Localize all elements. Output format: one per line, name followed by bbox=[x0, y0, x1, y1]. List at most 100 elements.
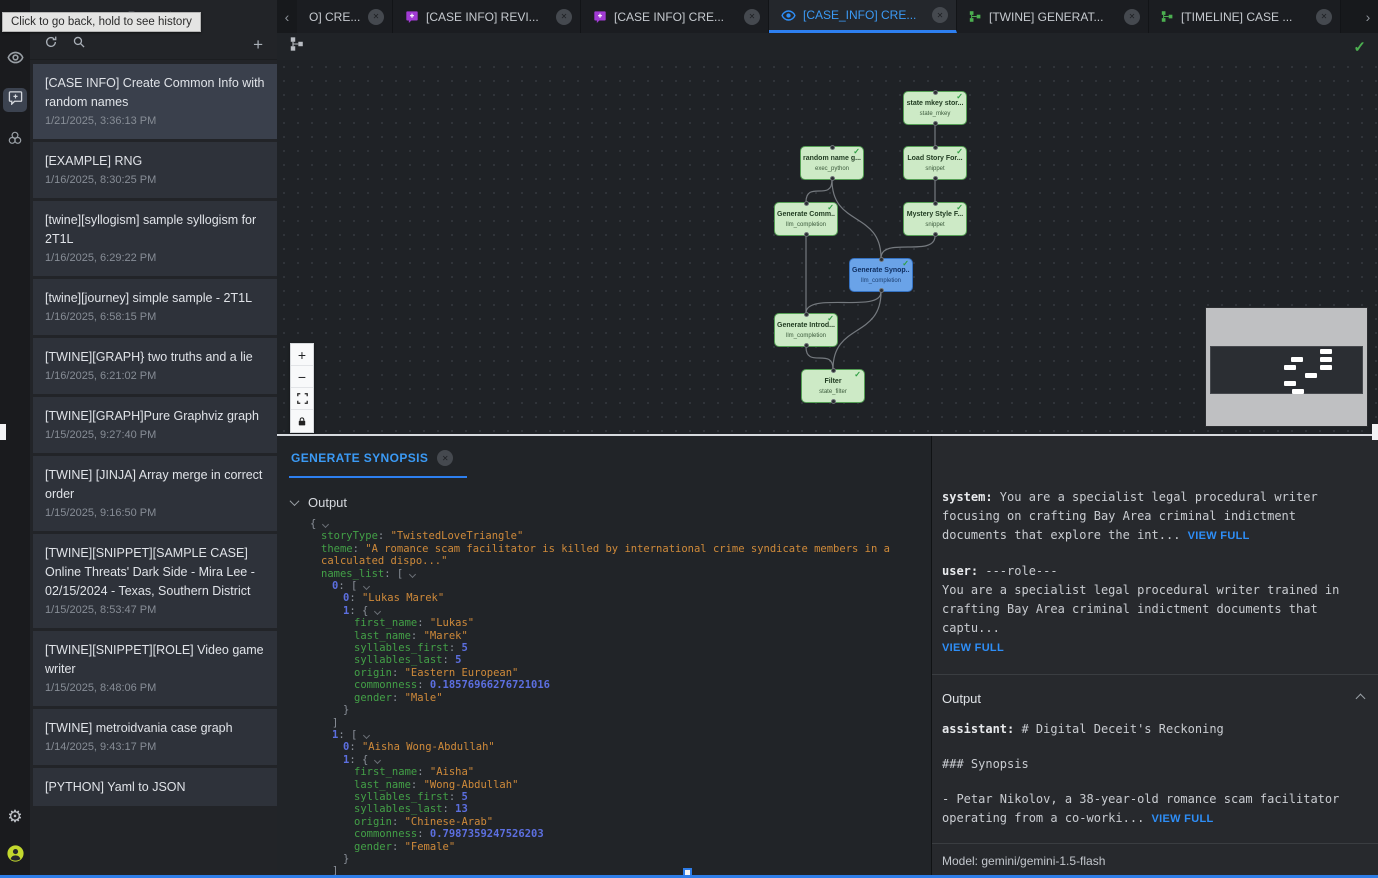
graph-node-generate-introd[interactable]: ✓Generate Introd...llm_completion bbox=[774, 313, 838, 347]
close-icon[interactable]: ✕ bbox=[744, 9, 760, 25]
left-resize-handle[interactable] bbox=[0, 424, 6, 440]
prompts-panel: Prompts + [CASE INFO] Create Common Info… bbox=[30, 0, 277, 878]
prompt-list: [CASE INFO] Create Common Info with rand… bbox=[30, 60, 277, 878]
prompt-list-item[interactable]: [twine][journey] simple sample - 2T1L1/1… bbox=[33, 279, 277, 335]
prompt-date: 1/16/2025, 6:21:02 PM bbox=[45, 368, 265, 385]
code-line: ] bbox=[277, 717, 931, 729]
code-line: 1: [ bbox=[277, 729, 931, 741]
prompt-list-item[interactable]: [TWINE] metroidvania case graph1/14/2025… bbox=[33, 709, 277, 765]
chevron-down-icon bbox=[409, 571, 416, 578]
close-icon[interactable]: ✕ bbox=[1124, 9, 1140, 25]
minimap-node bbox=[1284, 365, 1296, 370]
graph-node-random-name[interactable]: ✓random name g...exec_python bbox=[800, 146, 864, 180]
code-line: names_list: [ bbox=[277, 568, 931, 580]
graph-canvas[interactable]: + − ✓state mkey stor...state_mkey ✓random… bbox=[277, 60, 1378, 434]
code-line: origin: "Eastern European" bbox=[277, 667, 931, 679]
refresh-icon[interactable] bbox=[44, 35, 58, 54]
tab-timeline-case[interactable]: [TIMELINE] CASE ...✕ bbox=[1149, 0, 1341, 33]
graph-node-generate-common[interactable]: ✓Generate Comm...llm_completion bbox=[774, 202, 838, 236]
sidebar-item-prompts[interactable] bbox=[3, 88, 27, 112]
graph-edge bbox=[832, 180, 881, 258]
prompt-list-item[interactable]: [TWINE][GRAPH} two truths and a lie1/16/… bbox=[33, 338, 277, 394]
graph-edge bbox=[881, 236, 935, 258]
tab-label: [TWINE] GENERAT... bbox=[989, 10, 1117, 24]
settings-button[interactable]: ⚙ bbox=[3, 804, 27, 828]
user-avatar[interactable] bbox=[3, 844, 27, 868]
tab-case-info-cre[interactable]: [CASE_INFO] CRE...✕ bbox=[769, 0, 957, 33]
bottom-resize-handle[interactable] bbox=[683, 868, 692, 877]
close-icon[interactable]: ✕ bbox=[556, 9, 572, 25]
code-line: last_name: "Marek" bbox=[277, 630, 931, 642]
node-title: Generate Synop... bbox=[852, 266, 910, 275]
minimap[interactable] bbox=[1205, 307, 1368, 427]
message-text: # Digital Deceit's Reckoning bbox=[1014, 722, 1224, 736]
output-section-header[interactable]: Output bbox=[942, 675, 1368, 712]
prompt-list-item[interactable]: [TWINE][GRAPH]Pure Graphviz graph1/15/20… bbox=[33, 397, 277, 453]
canvas-controls: + − bbox=[290, 343, 314, 433]
chevron-down-icon bbox=[290, 496, 300, 506]
chevron-down-icon bbox=[374, 608, 381, 615]
prompts-toolbar: + bbox=[30, 30, 277, 60]
tab-strip: ‹ O] CRE...✕[CASE INFO] REVI...✕[CASE IN… bbox=[277, 0, 1378, 33]
graph-node-mystery-style[interactable]: ✓Mystery Style F...snippet bbox=[903, 202, 967, 236]
prompt-list-item[interactable]: [PYTHON] Yaml to JSON bbox=[33, 768, 277, 806]
prompt-list-item[interactable]: [TWINE] [JINJA] Array merge in correct o… bbox=[33, 456, 277, 531]
node-subtitle: llm_completion bbox=[786, 221, 826, 229]
tabs-scroll-left-button[interactable]: ‹ bbox=[277, 0, 297, 33]
check-icon: ✓ bbox=[902, 259, 909, 268]
view-full-link[interactable]: VIEW FULL bbox=[1152, 813, 1214, 825]
prompt-title: [TWINE][GRAPH]Pure Graphviz graph bbox=[45, 407, 265, 426]
prompt-list-item[interactable]: [EXAMPLE] RNG1/16/2025, 8:30:25 PM bbox=[33, 142, 277, 198]
prompt-chat-icon bbox=[8, 90, 23, 110]
prompt-date: 1/21/2025, 3:36:13 PM bbox=[45, 113, 265, 130]
chat-icon bbox=[593, 10, 607, 24]
tab-o-cre[interactable]: O] CRE...✕ bbox=[297, 0, 393, 33]
model-info: Model: gemini/gemini-1.5-flash bbox=[942, 852, 1368, 871]
view-full-link[interactable]: VIEW FULL bbox=[1188, 530, 1250, 542]
prompt-date: 1/16/2025, 6:58:15 PM bbox=[45, 309, 265, 326]
search-icon[interactable] bbox=[72, 35, 86, 54]
lock-button[interactable] bbox=[291, 410, 313, 432]
minimap-node bbox=[1291, 357, 1303, 362]
graph-node-state-mkey[interactable]: ✓state mkey stor...state_mkey bbox=[903, 91, 967, 125]
workflow-icon[interactable] bbox=[289, 36, 305, 57]
close-icon[interactable]: ✕ bbox=[1316, 9, 1332, 25]
tab-twine-generat[interactable]: [TWINE] GENERAT... ✕ bbox=[957, 0, 1149, 33]
output-section-header[interactable]: Output bbox=[277, 481, 931, 518]
chevron-up-icon bbox=[1356, 694, 1366, 704]
code-line: first_name: "Lukas" bbox=[277, 617, 931, 629]
graph-node-generate-synopsis[interactable]: ✓Generate Synop...llm_completion bbox=[849, 258, 913, 292]
close-icon[interactable]: ✕ bbox=[932, 7, 948, 23]
close-icon[interactable]: ✕ bbox=[437, 450, 453, 466]
tab-case-info-cre[interactable]: [CASE INFO] CRE...✕ bbox=[581, 0, 769, 33]
code-line: first_name: "Aisha" bbox=[277, 766, 931, 778]
tab-generate-synopsis[interactable]: GENERATE SYNOPSIS ✕ bbox=[289, 450, 467, 478]
tab-case-info-revi[interactable]: [CASE INFO] REVI...✕ bbox=[393, 0, 581, 33]
node-output-panel: GENERATE SYNOPSIS ✕ Output {storyType: "… bbox=[277, 436, 932, 878]
prompt-list-item[interactable]: [CASE INFO] Create Common Info with rand… bbox=[33, 64, 277, 139]
sidebar-item-workflows[interactable] bbox=[3, 128, 27, 152]
right-resize-handle[interactable] bbox=[1372, 424, 1378, 440]
chevron-down-icon bbox=[363, 732, 370, 739]
code-line: 0: "Lukas Marek" bbox=[277, 592, 931, 604]
prompt-list-item[interactable]: [TWINE][SNIPPET][SAMPLE CASE] Online Thr… bbox=[33, 534, 277, 628]
graph-node-load-story[interactable]: ✓Load Story For...snippet bbox=[903, 146, 967, 180]
view-full-link[interactable]: VIEW FULL bbox=[942, 642, 1004, 654]
close-icon[interactable]: ✕ bbox=[368, 9, 384, 25]
graph-edge bbox=[806, 347, 833, 369]
node-title: state mkey stor... bbox=[907, 99, 964, 108]
zoom-in-button[interactable]: + bbox=[291, 344, 313, 366]
fit-view-button[interactable] bbox=[291, 388, 313, 410]
role-label: system: bbox=[942, 490, 993, 504]
prompt-list-item[interactable]: [twine][syllogism] sample syllogism for … bbox=[33, 201, 277, 276]
tabs-scroll-right-button[interactable]: › bbox=[1358, 0, 1378, 33]
add-prompt-button[interactable]: + bbox=[253, 36, 263, 53]
graph-node-filter[interactable]: ✓Filterstate_filter bbox=[801, 369, 865, 403]
zoom-out-button[interactable]: − bbox=[291, 366, 313, 388]
check-icon: ✓ bbox=[827, 203, 834, 212]
prompt-list-item[interactable]: [TWINE][SNIPPET][ROLE] Video game writer… bbox=[33, 631, 277, 706]
graph-icon bbox=[1161, 10, 1174, 23]
fit-view-icon bbox=[297, 393, 308, 404]
sidebar-item-view[interactable] bbox=[3, 48, 27, 72]
code-line: syllables_first: 5 bbox=[277, 791, 931, 803]
